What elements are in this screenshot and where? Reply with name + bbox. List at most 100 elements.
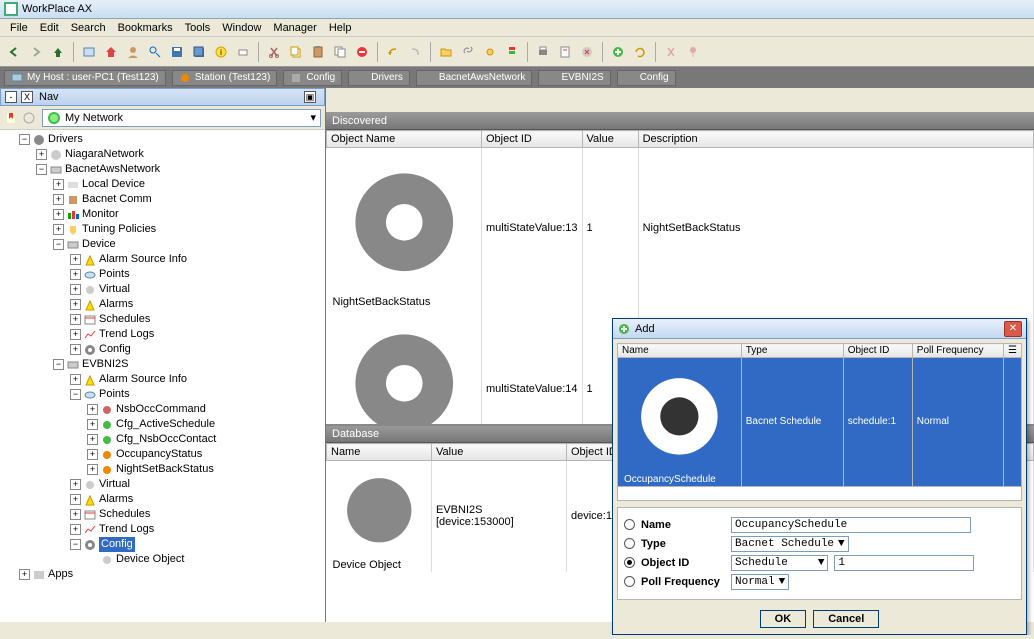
menu-manager[interactable]: Manager: [267, 21, 322, 35]
radio-type[interactable]: [624, 538, 635, 549]
tree-evb-virtual[interactable]: Virtual: [99, 477, 130, 492]
nav-toggle[interactable]: -: [5, 91, 17, 103]
gear-button[interactable]: [480, 42, 500, 62]
menu-window[interactable]: Window: [216, 21, 267, 35]
table-row[interactable]: NightSetBackStatusmultiStateValue:131Nig…: [327, 148, 1034, 309]
tree-niagara[interactable]: NiagaraNetwork: [65, 147, 144, 162]
tree-apps[interactable]: Apps: [48, 567, 73, 582]
path-host[interactable]: My Host : user-PC1 (Test123): [4, 70, 166, 86]
tree-item[interactable]: Alarms: [99, 297, 133, 312]
tree-item[interactable]: Virtual: [99, 282, 130, 297]
save-button[interactable]: [167, 42, 187, 62]
copy-button[interactable]: [286, 42, 306, 62]
fwd-button[interactable]: [26, 42, 46, 62]
print-button[interactable]: [533, 42, 553, 62]
cut-button[interactable]: [264, 42, 284, 62]
table-row[interactable]: OccupancySchedule Bacnet Scheduleschedul…: [618, 358, 1022, 487]
dbcol-name[interactable]: Name: [327, 444, 432, 461]
menu-search[interactable]: Search: [65, 21, 112, 35]
tree-evb-config[interactable]: Config: [99, 537, 135, 552]
path-config[interactable]: Config: [283, 70, 342, 86]
close-icon[interactable]: ✕: [1004, 321, 1022, 337]
back-button[interactable]: [4, 42, 24, 62]
objid-num-field[interactable]: [834, 555, 974, 571]
refresh-button[interactable]: [630, 42, 650, 62]
menu-edit[interactable]: Edit: [34, 21, 65, 35]
dialog-grid[interactable]: Name Type Object ID Poll Frequency ☰ Occ…: [617, 343, 1022, 501]
user-button[interactable]: [123, 42, 143, 62]
path-device[interactable]: EVBNI2S: [538, 70, 610, 86]
col-objname[interactable]: Object Name: [327, 131, 482, 148]
folder-button[interactable]: [436, 42, 456, 62]
nav-x[interactable]: X: [21, 91, 33, 103]
info-button[interactable]: i: [211, 42, 231, 62]
path-network[interactable]: BacnetAwsNetwork: [416, 70, 533, 86]
menu-tools[interactable]: Tools: [179, 21, 217, 35]
ord-button[interactable]: [233, 42, 253, 62]
radio-name[interactable]: [624, 519, 635, 530]
path-station[interactable]: Station (Test123): [172, 70, 278, 86]
tree-item[interactable]: Cfg_ActiveSchedule: [116, 417, 215, 432]
marks-button[interactable]: [502, 42, 522, 62]
nav-expand[interactable]: ▣: [304, 91, 316, 103]
pin-button[interactable]: [683, 42, 703, 62]
path-config2[interactable]: Config: [617, 70, 676, 86]
radio-poll[interactable]: [624, 576, 635, 587]
tree-item[interactable]: Schedules: [99, 312, 150, 327]
radio-objid[interactable]: [624, 557, 635, 568]
menu-bookmarks[interactable]: Bookmarks: [112, 21, 179, 35]
tree-bacnet[interactable]: BacnetAwsNetwork: [65, 162, 160, 177]
menu-help[interactable]: Help: [323, 21, 358, 35]
tree-evb-trend[interactable]: Trend Logs: [99, 522, 154, 537]
tree-monitor[interactable]: Monitor: [82, 207, 119, 222]
path-drivers[interactable]: Drivers: [348, 70, 410, 86]
redo-button[interactable]: [405, 42, 425, 62]
nav-tree[interactable]: −Drivers +NiagaraNetwork −BacnetAwsNetwo…: [0, 130, 325, 622]
tree-evb-alarms[interactable]: Alarms: [99, 492, 133, 507]
network-dropdown[interactable]: My Network ▾: [42, 109, 321, 127]
tree-item[interactable]: NightSetBackStatus: [116, 462, 214, 477]
report-button[interactable]: [555, 42, 575, 62]
tree-device[interactable]: Device: [82, 237, 116, 252]
col-picker[interactable]: ☰: [1004, 344, 1022, 358]
col-objid[interactable]: Object ID: [482, 131, 583, 148]
tree-localdev[interactable]: Local Device: [82, 177, 145, 192]
poll-select[interactable]: Normal▼: [731, 574, 789, 590]
tree-evb-sched[interactable]: Schedules: [99, 507, 150, 522]
dbcol-value[interactable]: Value: [432, 444, 567, 461]
tree-item[interactable]: Cfg_NsbOccContact: [116, 432, 216, 447]
tree-item[interactable]: Points: [99, 267, 130, 282]
tree-drivers[interactable]: Drivers: [48, 132, 83, 147]
tree-comm[interactable]: Bacnet Comm: [82, 192, 152, 207]
col-value[interactable]: Value: [582, 131, 638, 148]
tree-item[interactable]: Trend Logs: [99, 327, 154, 342]
paste-button[interactable]: [308, 42, 328, 62]
dup-button[interactable]: [330, 42, 350, 62]
tree-item[interactable]: OccupancyStatus: [116, 447, 202, 462]
saveall-button[interactable]: [189, 42, 209, 62]
tree-item[interactable]: Alarm Source Info: [99, 252, 187, 267]
type-select[interactable]: Bacnet Schedule▼: [731, 536, 849, 552]
menu-file[interactable]: File: [4, 21, 34, 35]
bookmark-icon[interactable]: [4, 111, 18, 125]
recent-icon[interactable]: [22, 111, 36, 125]
tree-tuning[interactable]: Tuning Policies: [82, 222, 156, 237]
tree-evb-points[interactable]: Points: [99, 387, 130, 402]
find-button[interactable]: [145, 42, 165, 62]
tree-expand[interactable]: −: [19, 134, 30, 145]
add-circle-button[interactable]: [608, 42, 628, 62]
cancel-button[interactable]: Cancel: [813, 610, 879, 628]
link-button[interactable]: [458, 42, 478, 62]
tree-devobj[interactable]: Device Object: [116, 552, 184, 567]
up-button[interactable]: [48, 42, 68, 62]
objid-select[interactable]: Schedule▼: [731, 555, 828, 571]
close-x-button[interactable]: [577, 42, 597, 62]
tree-evb[interactable]: EVBNI2S: [82, 357, 128, 372]
col-desc[interactable]: Description: [638, 131, 1033, 148]
tree-item[interactable]: Config: [99, 342, 131, 357]
ok-button[interactable]: OK: [760, 610, 807, 628]
undo-button[interactable]: [383, 42, 403, 62]
recent-button[interactable]: [79, 42, 99, 62]
tree-evb-alarm[interactable]: Alarm Source Info: [99, 372, 187, 387]
tree-item[interactable]: NsbOccCommand: [116, 402, 206, 417]
